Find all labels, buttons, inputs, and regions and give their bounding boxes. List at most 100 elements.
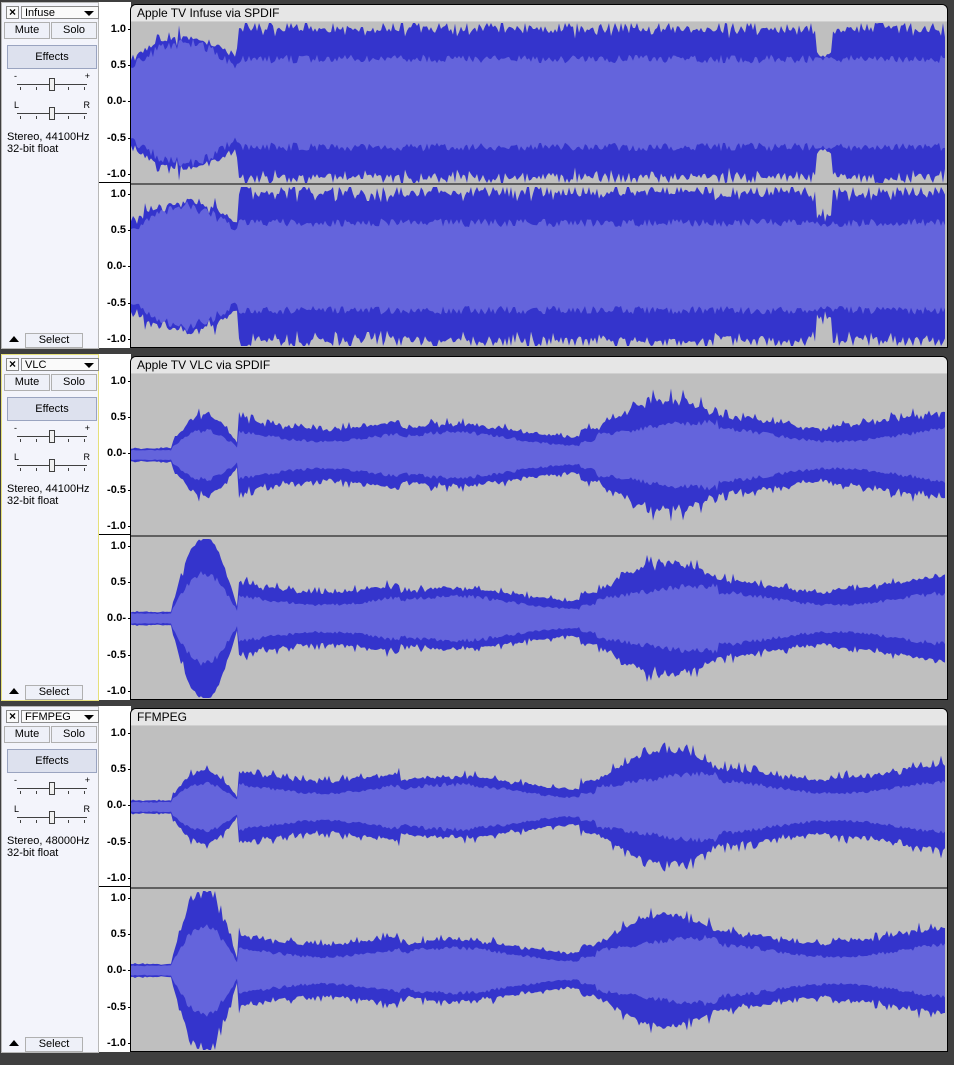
track-format-rate: Stereo, 44100Hz — [7, 483, 90, 495]
gain-slider[interactable]: - + — [14, 424, 90, 444]
pan-slider[interactable]: L R — [14, 805, 90, 825]
effects-button[interactable]: Effects — [7, 749, 97, 773]
collapse-track-button[interactable] — [6, 333, 22, 347]
close-track-button[interactable]: × — [6, 358, 19, 371]
ruler-label: 1.0 — [110, 23, 126, 35]
waveform-canvas — [131, 742, 947, 1050]
slider-tick — [84, 87, 85, 90]
ruler-label: 0.5 — [110, 763, 126, 775]
track-right-edge — [948, 356, 954, 700]
track-vlc[interactable]: × VLC Mute Solo Effects - + L R Stereo, … — [0, 352, 954, 702]
ruler-label: 0.0- — [107, 964, 126, 976]
select-track-button[interactable]: Select — [25, 333, 83, 348]
ruler-label: 0.5 — [110, 928, 126, 940]
track-format-info: Stereo, 44100Hz 32-bit float — [7, 131, 90, 155]
mute-button[interactable]: Mute — [4, 22, 50, 39]
slider-tick — [20, 468, 21, 471]
ruler-label: 0.0- — [107, 799, 126, 811]
ruler-label: -0.5 — [107, 1001, 126, 1013]
ruler-label: -0.5 — [107, 297, 126, 309]
slider-tick — [84, 116, 85, 119]
track-right-edge — [948, 4, 954, 348]
chevron-down-icon — [84, 363, 94, 368]
collapse-track-button[interactable] — [6, 1037, 22, 1051]
track-title-bar: × VLC — [4, 357, 99, 371]
pan-slider-thumb[interactable] — [49, 811, 55, 824]
waveform-clip[interactable]: Apple TV VLC via SPDIF — [130, 356, 948, 700]
track-name-menu[interactable]: VLC — [21, 358, 99, 371]
slider-tick — [84, 791, 85, 794]
mute-button[interactable]: Mute — [4, 726, 50, 743]
select-track-button[interactable]: Select — [25, 685, 83, 700]
vertical-ruler: 1.0 0.5 0.0- -0.5 -1.0 1.0 0.5 0.0- -0.5 -1.0 — [99, 354, 131, 700]
clip-title[interactable]: FFMPEG — [131, 709, 947, 726]
track-control-panel[interactable]: × Infuse Mute Solo Effects - + L R Stere… — [1, 2, 99, 349]
ruler-label: 0.5 — [110, 224, 126, 236]
gain-slider[interactable]: - + — [14, 776, 90, 796]
clip-title[interactable]: Apple TV VLC via SPDIF — [131, 357, 947, 374]
slider-tick — [68, 791, 69, 794]
slider-tick — [36, 820, 37, 823]
close-track-button[interactable]: × — [6, 710, 19, 723]
solo-button[interactable]: Solo — [51, 22, 97, 39]
solo-button[interactable]: Solo — [51, 726, 97, 743]
slider-tick — [36, 439, 37, 442]
track-control-panel[interactable]: × VLC Mute Solo Effects - + L R Stereo, … — [1, 354, 99, 701]
pan-slider-thumb[interactable] — [49, 107, 55, 120]
waveform-canvas — [131, 23, 947, 346]
triangle-up-icon — [9, 1040, 19, 1046]
ruler-label: 1.0 — [110, 188, 126, 200]
clip-title[interactable]: Apple TV Infuse via SPDIF — [131, 5, 947, 22]
track-title-bar: × Infuse — [4, 5, 99, 19]
slider-tick — [20, 87, 21, 90]
slider-tick — [84, 439, 85, 442]
slider-tick — [20, 820, 21, 823]
solo-button[interactable]: Solo — [51, 374, 97, 391]
ruler-label: -1.0 — [107, 333, 126, 345]
ruler-label: 0.5 — [110, 576, 126, 588]
close-track-button[interactable]: × — [6, 6, 19, 19]
ruler-label: 0.5 — [110, 411, 126, 423]
collapse-track-button[interactable] — [6, 685, 22, 699]
track-format-depth: 32-bit float — [7, 143, 59, 155]
track-infuse[interactable]: × Infuse Mute Solo Effects - + L R Stere… — [0, 0, 954, 350]
gain-minus-label: - — [14, 423, 17, 433]
triangle-up-icon — [9, 336, 19, 342]
ruler-label: 0.0- — [107, 260, 126, 272]
track-name-menu[interactable]: Infuse — [21, 6, 99, 19]
slider-tick — [84, 820, 85, 823]
track-format-depth: 32-bit float — [7, 495, 59, 507]
ruler-label: 0.5 — [110, 59, 126, 71]
track-format-info: Stereo, 48000Hz 32-bit float — [7, 835, 90, 859]
track-ffmpeg[interactable]: × FFMPEG Mute Solo Effects - + L R Stere… — [0, 704, 954, 1054]
slider-tick — [36, 791, 37, 794]
track-right-edge — [948, 708, 954, 1052]
gain-slider-thumb[interactable] — [49, 430, 55, 443]
effects-button[interactable]: Effects — [7, 45, 97, 69]
slider-tick — [36, 468, 37, 471]
track-name: FFMPEG — [25, 711, 71, 723]
gain-plus-label: + — [84, 423, 90, 433]
effects-button[interactable]: Effects — [7, 397, 97, 421]
select-track-button[interactable]: Select — [25, 1037, 83, 1052]
gain-slider-thumb[interactable] — [49, 782, 55, 795]
mute-button[interactable]: Mute — [4, 374, 50, 391]
gain-minus-label: - — [14, 775, 17, 785]
pan-slider-thumb[interactable] — [49, 459, 55, 472]
pan-slider[interactable]: L R — [14, 101, 90, 121]
waveform-canvas — [131, 388, 947, 698]
channel-divider — [99, 886, 131, 887]
track-name: Infuse — [25, 7, 55, 19]
pan-slider[interactable]: L R — [14, 453, 90, 473]
track-name-menu[interactable]: FFMPEG — [21, 710, 99, 723]
slider-tick — [68, 116, 69, 119]
ruler-label: 0.0- — [107, 95, 126, 107]
slider-tick — [20, 116, 21, 119]
track-control-panel[interactable]: × FFMPEG Mute Solo Effects - + L R Stere… — [1, 706, 99, 1053]
gain-slider[interactable]: - + — [14, 72, 90, 92]
gain-slider-thumb[interactable] — [49, 78, 55, 91]
ruler-label: 0.0- — [107, 447, 126, 459]
waveform-clip[interactable]: FFMPEG — [130, 708, 948, 1052]
close-icon: × — [8, 709, 16, 723]
waveform-clip[interactable]: Apple TV Infuse via SPDIF — [130, 4, 948, 348]
